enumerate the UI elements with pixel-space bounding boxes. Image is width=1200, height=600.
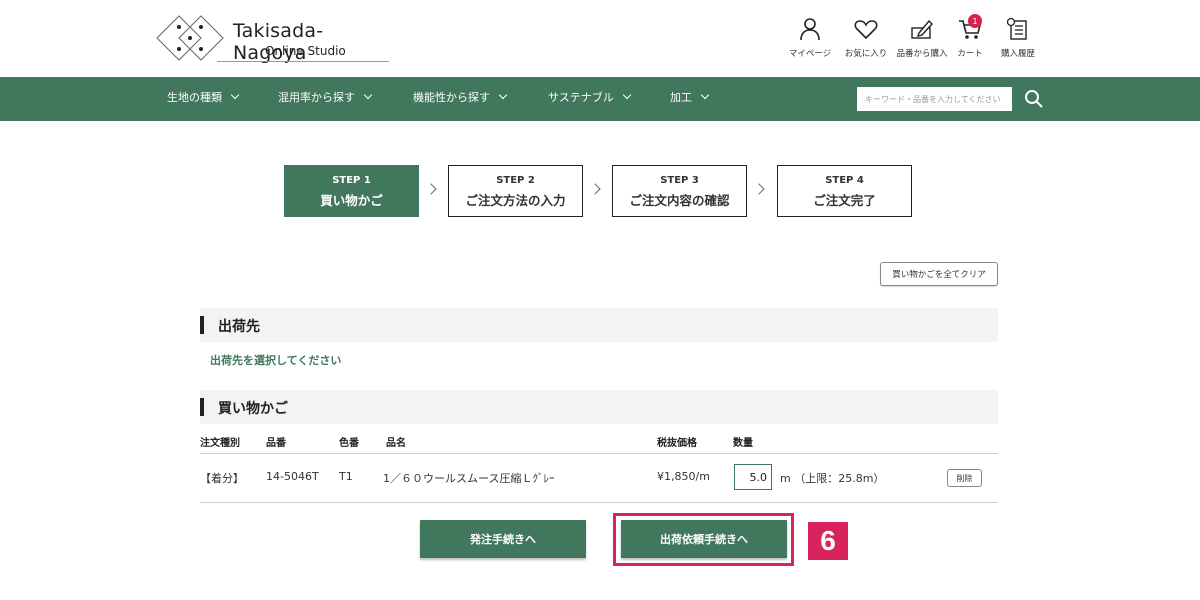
step-1: STEP 1 買い物かご bbox=[284, 165, 419, 217]
header-icon-bar: マイページ お気に入り 品番から購入 1 カート 購入履歴 bbox=[780, 14, 1044, 59]
brand-subtitle: Online Studio bbox=[265, 44, 346, 58]
nav-item-label: サステナブル bbox=[548, 91, 614, 104]
quantity-input[interactable] bbox=[734, 464, 772, 490]
shipping-section-header: 出荷先 bbox=[200, 308, 998, 342]
shipping-select-link[interactable]: 出荷先を選択してください bbox=[210, 352, 341, 368]
step-number: STEP 3 bbox=[660, 175, 699, 186]
search-icon[interactable] bbox=[1022, 87, 1046, 111]
favorites-label: お気に入り bbox=[844, 49, 888, 59]
cart-section-header: 買い物かご bbox=[200, 390, 998, 424]
step-4: STEP 4 ご注文完了 bbox=[777, 165, 912, 217]
item-name-cell: 1／６０ウールスムース圧縮Ｌｸﾞﾚｰ bbox=[383, 472, 555, 485]
order-type-cell: 【着分】 bbox=[200, 472, 244, 485]
step-name: 買い物かご bbox=[320, 193, 383, 208]
clear-cart-button[interactable]: 買い物かごを全てクリア bbox=[880, 262, 998, 286]
step-arrow-icon bbox=[425, 183, 437, 195]
purchase-history-link[interactable]: 購入履歴 bbox=[992, 16, 1044, 59]
logo-mark-icon bbox=[156, 15, 224, 61]
chevron-down-icon bbox=[230, 90, 240, 100]
order-procedure-button[interactable]: 発注手続きへ bbox=[420, 520, 586, 558]
history-icon bbox=[1006, 17, 1027, 40]
chevron-down-icon bbox=[498, 90, 508, 100]
buy-by-number-link[interactable]: 品番から購入 bbox=[896, 16, 948, 59]
column-header-order-type: 注文種別 bbox=[200, 438, 240, 449]
site-header: Takisada-Nagoya Online Studio マイページ お気に入… bbox=[0, 0, 1200, 78]
item-number-cell: 14-5046T bbox=[266, 470, 319, 483]
step-arrow-icon bbox=[589, 183, 601, 195]
pencil-icon bbox=[911, 19, 933, 39]
step-number: STEP 4 bbox=[825, 175, 864, 186]
nav-item-processing[interactable]: 加工 bbox=[670, 77, 710, 121]
mypage-link[interactable]: マイページ bbox=[784, 16, 836, 59]
section-marker bbox=[200, 398, 204, 416]
nav-item-label: 加工 bbox=[670, 91, 692, 104]
delete-item-button[interactable]: 削除 bbox=[947, 469, 982, 487]
cart-link[interactable]: 1 カート bbox=[952, 14, 988, 59]
step-name: ご注文完了 bbox=[813, 193, 876, 208]
step-name: ご注文方法の入力 bbox=[465, 193, 566, 208]
step-number: STEP 1 bbox=[332, 175, 371, 186]
step-number: STEP 2 bbox=[496, 175, 535, 186]
chevron-down-icon bbox=[363, 90, 373, 100]
purchase-history-label: 購入履歴 bbox=[1000, 49, 1035, 59]
user-icon bbox=[800, 18, 820, 41]
search-input[interactable] bbox=[857, 87, 1012, 111]
column-header-price: 税抜価格 bbox=[657, 438, 697, 449]
nav-item-label: 混用率から探す bbox=[278, 91, 355, 104]
nav-item-blend-ratio[interactable]: 混用率から探す bbox=[278, 77, 373, 121]
section-marker bbox=[200, 316, 204, 334]
column-header-color-number: 色番 bbox=[339, 438, 359, 449]
nav-item-fabric-type[interactable]: 生地の種類 bbox=[167, 77, 240, 121]
price-cell: ¥1,850/m bbox=[657, 470, 710, 483]
nav-item-sustainable[interactable]: サステナブル bbox=[548, 77, 632, 121]
cart-label: カート bbox=[957, 49, 983, 59]
heart-icon bbox=[854, 20, 878, 40]
table-divider bbox=[200, 453, 998, 454]
step-name: ご注文内容の確認 bbox=[629, 193, 730, 208]
callout-highlight-frame bbox=[613, 513, 794, 566]
cart-title: 買い物かご bbox=[218, 401, 288, 417]
favorites-link[interactable]: お気に入り bbox=[840, 16, 892, 59]
site-logo[interactable]: Takisada-Nagoya Online Studio bbox=[155, 14, 395, 66]
logo-underline bbox=[217, 61, 389, 62]
step-3: STEP 3 ご注文内容の確認 bbox=[612, 165, 747, 217]
shipping-title: 出荷先 bbox=[218, 319, 260, 335]
quantity-limit-text: m （上限：25.8m） bbox=[780, 472, 885, 485]
mypage-label: マイページ bbox=[788, 49, 832, 59]
callout-number-badge: 6 bbox=[808, 522, 848, 560]
step-2: STEP 2 ご注文方法の入力 bbox=[448, 165, 583, 217]
chevron-down-icon bbox=[622, 90, 632, 100]
column-header-quantity: 数量 bbox=[733, 438, 753, 449]
column-header-item-name: 品名 bbox=[386, 438, 406, 449]
nav-item-label: 生地の種類 bbox=[167, 91, 222, 104]
buy-by-number-label: 品番から購入 bbox=[896, 49, 948, 59]
nav-item-function[interactable]: 機能性から探す bbox=[413, 77, 508, 121]
cart-count-badge: 1 bbox=[968, 14, 982, 28]
color-number-cell: T1 bbox=[339, 470, 353, 483]
nav-item-label: 機能性から探す bbox=[413, 91, 490, 104]
table-divider bbox=[200, 502, 998, 503]
chevron-down-icon bbox=[700, 90, 710, 100]
main-nav: 生地の種類 混用率から探す 機能性から探す サステナブル 加工 bbox=[0, 77, 1200, 121]
step-arrow-icon bbox=[753, 183, 765, 195]
column-header-item-number: 品番 bbox=[266, 438, 286, 449]
